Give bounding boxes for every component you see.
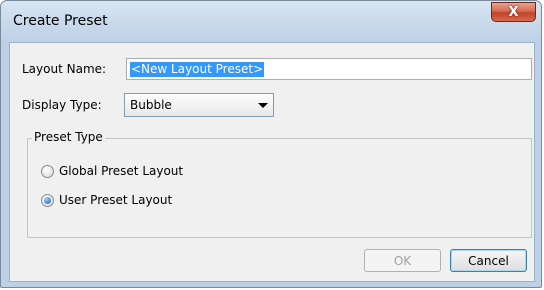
cancel-button[interactable]: Cancel: [450, 249, 527, 272]
title-bar[interactable]: Create Preset X: [1, 1, 541, 41]
create-preset-dialog: Create Preset X Layout Name: <New Layout…: [0, 0, 542, 288]
dialog-body: Layout Name: <New Layout Preset> Display…: [9, 42, 535, 282]
user-preset-label[interactable]: User Preset Layout: [59, 193, 172, 207]
layout-name-input[interactable]: <New Layout Preset>: [126, 58, 532, 80]
display-type-label: Display Type:: [22, 98, 102, 112]
global-preset-label[interactable]: Global Preset Layout: [59, 164, 183, 178]
chevron-down-icon: [258, 103, 268, 108]
user-preset-radio[interactable]: [41, 194, 54, 207]
dialog-title: Create Preset: [13, 13, 108, 29]
display-type-dropdown[interactable]: Bubble: [124, 93, 274, 117]
close-icon: X: [508, 4, 519, 20]
global-preset-radio[interactable]: [41, 165, 54, 178]
preset-type-group: [27, 138, 532, 238]
close-button[interactable]: X: [491, 2, 536, 22]
preset-type-legend: Preset Type: [32, 130, 105, 144]
display-type-value: Bubble: [130, 98, 172, 112]
layout-name-value: <New Layout Preset>: [130, 62, 265, 77]
ok-button[interactable]: OK: [364, 249, 441, 272]
layout-name-label: Layout Name:: [22, 62, 107, 76]
